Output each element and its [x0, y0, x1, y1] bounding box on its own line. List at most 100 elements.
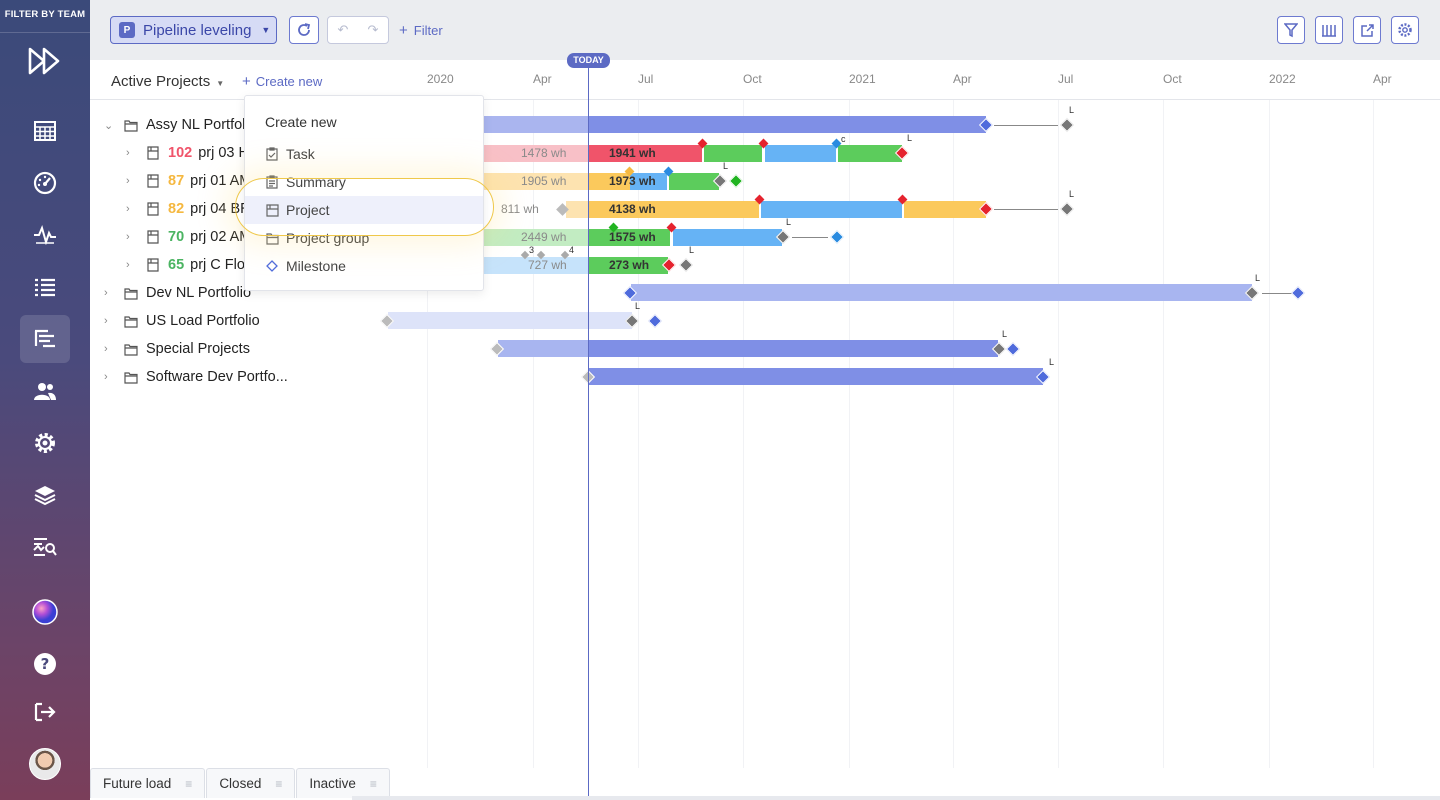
activity-pulse-icon[interactable] — [20, 211, 70, 259]
tree-row-portfolio[interactable]: › Special Projects — [104, 335, 250, 363]
portfolio-bar[interactable] — [631, 284, 1252, 301]
bar-segment[interactable] — [669, 173, 719, 190]
tree-row-project[interactable]: › 102 prj 03 HI — [126, 139, 253, 167]
redo-icon[interactable]: ↷ — [368, 22, 379, 38]
menu-item-project[interactable]: Project — [245, 196, 483, 224]
milestone-diamond[interactable] — [678, 257, 694, 273]
chevron-right-icon[interactable]: › — [126, 259, 140, 271]
tree-row-project[interactable]: › 82 prj 04 BR — [126, 195, 251, 223]
chevron-right-icon[interactable]: › — [126, 147, 140, 159]
row-label: prj 04 BR — [190, 201, 251, 217]
chevron-down-icon: ▼ — [261, 25, 271, 35]
settings-gear-icon[interactable] — [20, 419, 70, 467]
calendar-grid-icon[interactable] — [20, 107, 70, 155]
project-icon — [147, 146, 159, 160]
columns-icon — [1322, 25, 1336, 37]
filter-funnel-button[interactable] — [1277, 16, 1305, 44]
project-score: 82 — [168, 201, 185, 217]
fast-forward-logo-icon[interactable] — [20, 37, 70, 85]
milestone-diamond[interactable] — [647, 313, 663, 329]
bar-segment[interactable] — [904, 201, 986, 218]
create-new-button[interactable]: + Create new — [242, 73, 322, 90]
undo-redo-group: ↶ ↷ — [327, 16, 389, 44]
horizontal-scrollbar[interactable] — [352, 796, 1440, 800]
filter-by-team-label[interactable]: FILTER BY TEAM — [0, 9, 90, 20]
layers-icon[interactable] — [20, 471, 70, 519]
nav-divider — [0, 32, 90, 33]
chevron-right-icon[interactable]: › — [126, 203, 140, 215]
menu-item-project-group[interactable]: Project group — [245, 224, 483, 252]
menu-item-summary[interactable]: Summary — [245, 168, 483, 196]
active-projects-label: Active Projects — [111, 73, 211, 90]
pipeline-leveling-dropdown[interactable]: P Pipeline leveling ▼ — [110, 16, 277, 44]
list-icon[interactable] — [20, 263, 70, 311]
pipeline-label: Pipeline leveling — [143, 21, 252, 39]
chevron-right-icon[interactable]: › — [104, 371, 118, 383]
bar-segment[interactable] — [761, 201, 902, 218]
dashboard-gauge-icon[interactable] — [20, 159, 70, 207]
gantt-hierarchy-icon[interactable] — [20, 315, 70, 363]
project-score: 102 — [168, 145, 193, 161]
bar-segment[interactable] — [838, 145, 902, 162]
milestone-marker: L — [635, 301, 641, 311]
chevron-right-icon[interactable]: › — [126, 231, 140, 243]
milestone-diamond[interactable] — [728, 173, 744, 189]
undo-icon[interactable]: ↶ — [338, 22, 349, 38]
plus-icon: + — [242, 73, 251, 90]
settings-button[interactable] — [1391, 16, 1419, 44]
bar-segment[interactable] — [704, 145, 762, 162]
portfolio-bar[interactable] — [589, 368, 1043, 385]
tab-future-load[interactable]: Future load ≡ — [90, 768, 206, 798]
help-icon[interactable]: ? — [20, 640, 70, 688]
chevron-right-icon[interactable]: › — [104, 343, 118, 355]
tab-closed[interactable]: Closed ≡ — [206, 768, 296, 798]
portfolio-bar[interactable] — [388, 312, 632, 329]
bar-segment[interactable] — [765, 145, 836, 162]
menu-item-label: Task — [286, 146, 315, 162]
create-new-label: Create new — [255, 74, 323, 89]
gear-icon — [1398, 23, 1412, 37]
svg-text:?: ? — [41, 655, 50, 673]
bar-segment[interactable] — [673, 229, 782, 246]
active-projects-dropdown[interactable]: Active Projects ▼ — [111, 73, 224, 90]
chevron-down-icon[interactable]: ⌄ — [104, 119, 118, 132]
filter-label: Filter — [413, 23, 443, 38]
milestone-marker: 4 — [569, 245, 575, 255]
timeline-tick: Oct — [1163, 72, 1182, 86]
tree-row-project[interactable]: › 87 prj 01 AM — [126, 167, 251, 195]
milestone-diamond[interactable] — [1059, 201, 1075, 217]
tree-row-portfolio[interactable]: › Software Dev Portfo... — [104, 363, 288, 391]
row-label: Software Dev Portfo... — [146, 369, 288, 385]
menu-item-milestone[interactable]: Milestone — [245, 252, 483, 280]
tree-row-portfolio[interactable]: › US Load Portfolio — [104, 307, 260, 335]
milestone-marker: L — [907, 133, 913, 143]
milestone-diamond[interactable] — [1005, 341, 1021, 357]
users-icon[interactable] — [20, 367, 70, 415]
timeline-tick: Apr — [953, 72, 972, 86]
refresh-button[interactable] — [289, 16, 319, 44]
tab-inactive[interactable]: Inactive ≡ — [296, 768, 390, 798]
user-avatar[interactable] — [29, 748, 61, 780]
milestone-diamond[interactable] — [1290, 285, 1306, 301]
chevron-right-icon[interactable]: › — [104, 287, 118, 299]
columns-button[interactable] — [1315, 16, 1343, 44]
tree-row-portfolio[interactable]: ⌄ Assy NL Portfolio — [104, 111, 257, 139]
grid-line — [1269, 100, 1270, 768]
timeline-tick: 2020 — [427, 72, 454, 86]
milestone-diamond[interactable] — [1059, 117, 1075, 133]
tree-row-project[interactable]: › 65 prj C Flow — [126, 251, 255, 279]
menu-item-task[interactable]: Task — [245, 140, 483, 168]
milestone-diamond[interactable] — [829, 229, 845, 245]
external-link-button[interactable] — [1353, 16, 1381, 44]
filter-button[interactable]: + Filter — [399, 22, 443, 39]
color-orb-icon[interactable] — [20, 588, 70, 636]
bar-past-label: 1478 wh — [521, 146, 567, 160]
grid-line — [1058, 100, 1059, 768]
portfolio-folder-icon — [124, 120, 138, 132]
chevron-right-icon[interactable]: › — [126, 175, 140, 187]
tree-row-portfolio[interactable]: › Dev NL Portfolio — [104, 279, 251, 307]
chevron-right-icon[interactable]: › — [104, 315, 118, 327]
analytics-search-icon[interactable] — [20, 523, 70, 571]
tree-row-project[interactable]: › 70 prj 02 AM — [126, 223, 251, 251]
logout-icon[interactable] — [20, 688, 70, 736]
